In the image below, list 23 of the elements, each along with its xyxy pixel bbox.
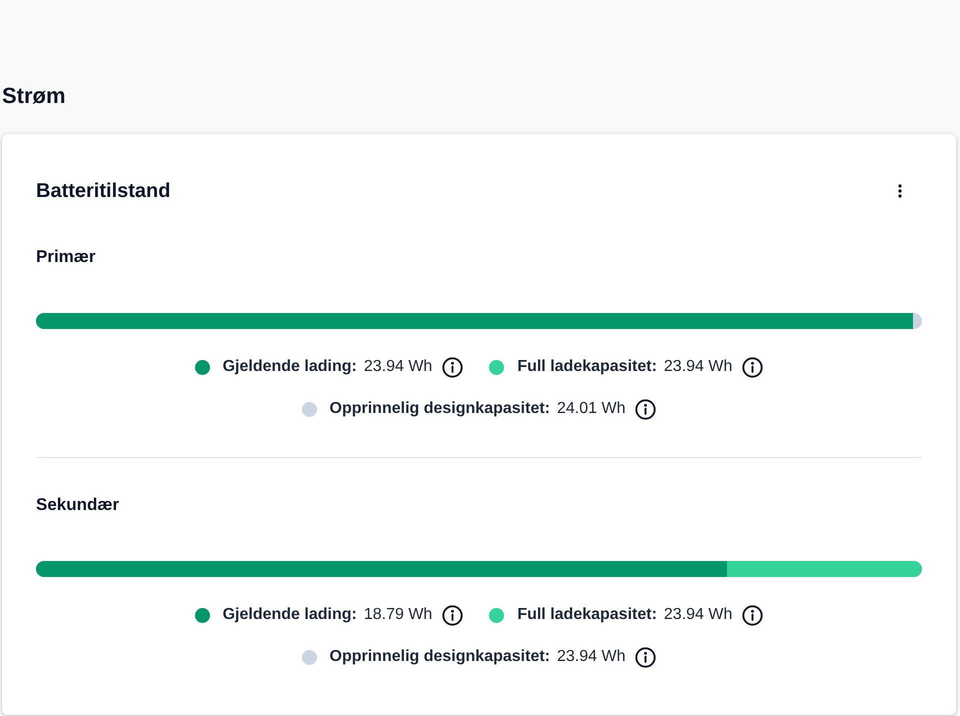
page-title: Strøm	[2, 82, 66, 110]
legend-value: 23.94 Wh	[664, 605, 732, 625]
legend-value: 18.79 Wh	[364, 605, 432, 625]
legend-value: 24.01 Wh	[557, 399, 626, 419]
legend-label: Opprinnelig designkapasitet:	[330, 647, 550, 667]
card-title: Batteritilstand	[36, 179, 170, 204]
vertical-dots-icon	[898, 184, 902, 198]
section-title: Sekundær	[36, 494, 120, 516]
legend-label: Gjeldende lading:	[222, 605, 357, 625]
legend-label: Full ladekapasitet:	[517, 605, 657, 625]
legend-label: Opprinnelig designkapasitet:	[330, 399, 550, 419]
legend-value: 23.94 Wh	[557, 647, 626, 667]
section-title: Primær	[36, 246, 96, 268]
legend-label: Gjeldende lading:	[222, 357, 357, 377]
legend-label: Full ladekapasitet:	[517, 357, 657, 377]
info-icon[interactable]	[635, 398, 656, 420]
legend-value: 23.94 Wh	[364, 357, 432, 377]
info-icon[interactable]	[742, 356, 764, 378]
legend-value: 23.94 Wh	[664, 357, 732, 377]
info-icon[interactable]	[635, 646, 656, 668]
info-icon[interactable]	[742, 604, 764, 626]
info-icon[interactable]	[442, 356, 464, 378]
info-icon[interactable]	[442, 604, 464, 626]
